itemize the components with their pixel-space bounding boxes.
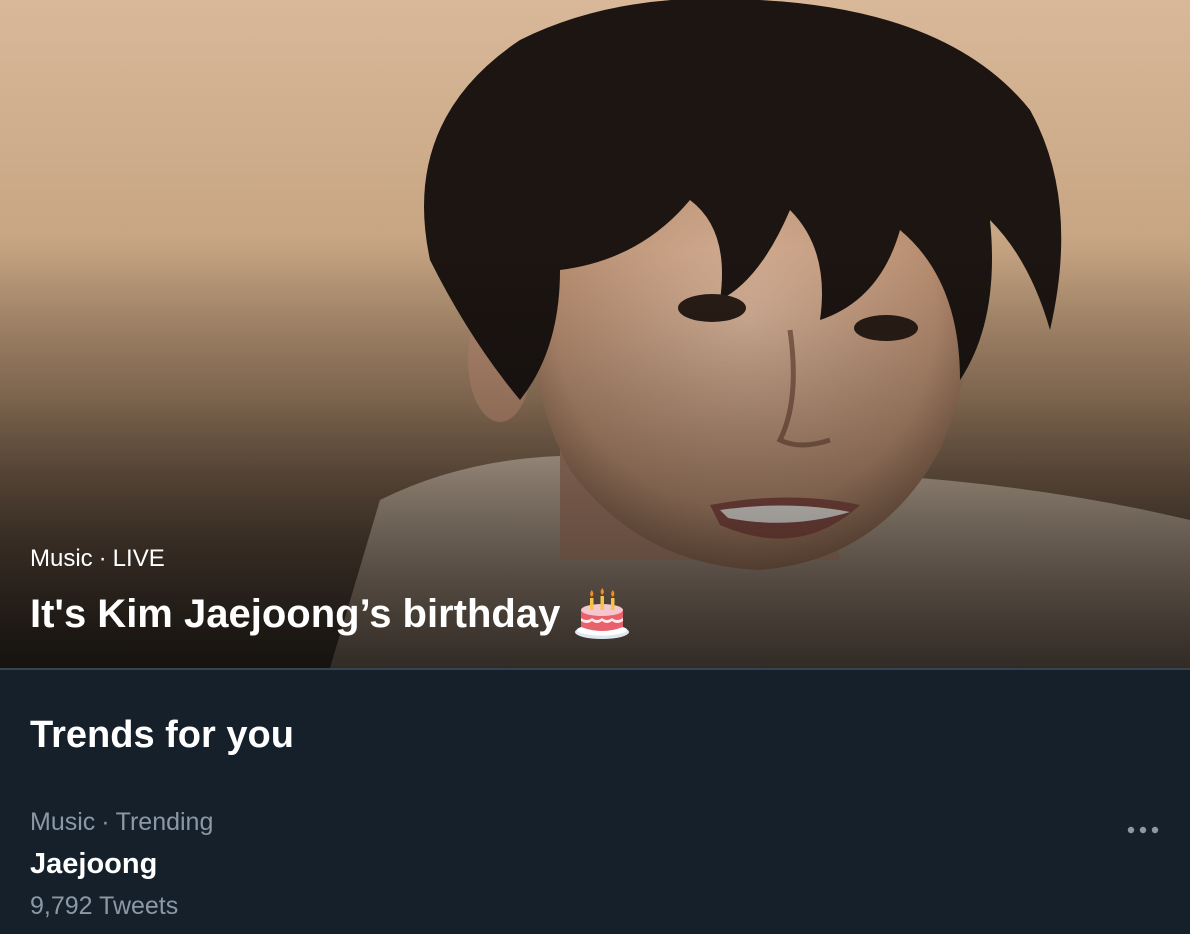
trend-separator: · [101, 808, 110, 836]
trend-category: Music [30, 808, 96, 836]
event-hero-card[interactable]: Music · LIVE It's Kim Jaejoong’s birthday [0, 0, 1190, 668]
event-meta: Music · LIVE [30, 544, 165, 574]
more-options-button[interactable] [1118, 812, 1168, 848]
trend-tweet-count: 9,792 Tweets [30, 892, 179, 920]
event-title: It's Kim Jaejoong’s birthday [30, 592, 561, 636]
live-label: LIVE [112, 545, 165, 572]
trends-heading: Trends for you [30, 714, 294, 756]
event-title-row: It's Kim Jaejoong’s birthday [30, 588, 630, 640]
section-divider [0, 668, 1190, 678]
trend-context: Music · Trending [30, 806, 213, 838]
event-category: Music [30, 545, 93, 572]
trend-name: Jaejoong [30, 848, 158, 880]
meta-separator: · [98, 545, 107, 572]
birthday-cake-icon [575, 588, 630, 639]
trend-item[interactable]: Music · Trending Jaejoong 9,792 Tweets [0, 790, 1190, 934]
more-options-icon [1127, 826, 1159, 834]
trend-label: Trending [115, 808, 214, 836]
